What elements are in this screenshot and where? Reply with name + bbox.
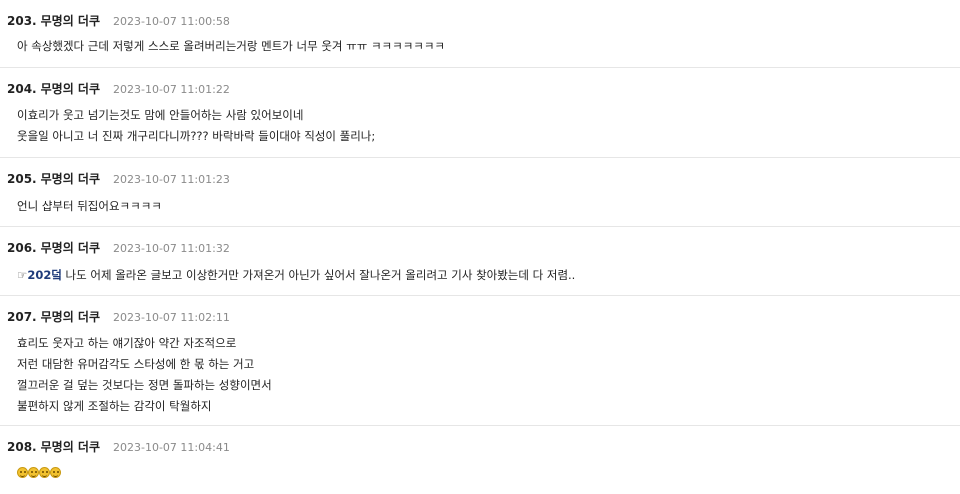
comment-timestamp: 2023-10-07 11:01:32 [113,242,230,255]
grinning-face-icon [50,467,61,478]
comment-line: 웃을일 아니고 너 진짜 개구리다니까??? 바락바락 들이대야 직성이 풀리나… [17,129,376,143]
comment-line: 불편하지 않게 조절하는 감각이 탁월하지 [17,399,212,413]
comment-body: ☞202덬 나도 어제 올라온 글보고 이상한거만 가져온거 아닌가 싶어서 잘… [17,265,575,286]
comment-line: 저런 대담한 유머감각도 스타성에 한 몫 하는 거고 [17,357,255,371]
comment-author: 무명의 더쿠 [40,82,100,96]
comment-number[interactable]: 206. [7,241,37,255]
comment-line: 언니 샵부터 뒤집어요ㅋㅋㅋㅋ [17,199,162,213]
comment-208: 208. 무명의 더쿠 2023-10-07 11:04:41 [0,426,960,494]
comment-line: ☞202덬 나도 어제 올라온 글보고 이상한거만 가져온거 아닌가 싶어서 잘… [17,265,575,286]
comment-number[interactable]: 203. [7,14,37,28]
comment-body: 아 속상했겠다 근데 저렇게 스스로 올려버리는거랑 멘트가 너무 웃겨 ㅠㅠ … [17,36,445,57]
comment-number[interactable]: 204. [7,82,37,96]
comment-207: 207. 무명의 더쿠 2023-10-07 11:02:11 효리도 웃자고 … [0,296,960,426]
comment-204: 204. 무명의 더쿠 2023-10-07 11:01:22 이효리가 웃고 … [0,68,960,158]
comment-header: 208. 무명의 더쿠 2023-10-07 11:04:41 [7,438,230,454]
comment-number[interactable]: 205. [7,172,37,186]
comment-203: 203. 무명의 더쿠 2023-10-07 11:00:58 아 속상했겠다 … [0,0,960,68]
comment-author: 무명의 더쿠 [40,310,100,324]
reply-arrow-icon: ☞ [17,268,28,282]
comment-line: 이효리가 웃고 넘기는것도 맘에 안들어하는 사람 있어보이네 [17,108,304,122]
grinning-face-icon [28,467,39,478]
comment-text: 나도 어제 올라온 글보고 이상한거만 가져온거 아닌가 싶어서 잘나온거 올리… [61,268,576,282]
comment-header: 204. 무명의 더쿠 2023-10-07 11:01:22 [7,80,230,96]
comment-timestamp: 2023-10-07 11:00:58 [113,15,230,28]
comment-header: 203. 무명의 더쿠 2023-10-07 11:00:58 [7,12,230,28]
comment-header: 205. 무명의 더쿠 2023-10-07 11:01:23 [7,170,230,186]
comment-number[interactable]: 208. [7,440,37,454]
comment-line: 껄끄러운 걸 덮는 것보다는 정면 돌파하는 성향이면서 [17,378,272,392]
grinning-face-icon [39,467,50,478]
comment-author: 무명의 더쿠 [40,241,100,255]
comment-timestamp: 2023-10-07 11:04:41 [113,441,230,454]
comment-205: 205. 무명의 더쿠 2023-10-07 11:01:23 언니 샵부터 뒤… [0,158,960,227]
comment-timestamp: 2023-10-07 11:01:23 [113,173,230,186]
comment-list: 203. 무명의 더쿠 2023-10-07 11:00:58 아 속상했겠다 … [0,0,960,494]
comment-author: 무명의 더쿠 [40,172,100,186]
comment-header: 206. 무명의 더쿠 2023-10-07 11:01:32 [7,239,230,255]
comment-206: 206. 무명의 더쿠 2023-10-07 11:01:32 ☞202덬 나도… [0,227,960,296]
comment-author: 무명의 더쿠 [40,440,100,454]
comment-line: 아 속상했겠다 근데 저렇게 스스로 올려버리는거랑 멘트가 너무 웃겨 ㅠㅠ … [17,39,446,53]
comment-body: 이효리가 웃고 넘기는것도 맘에 안들어하는 사람 있어보이네 웃을일 아니고 … [17,105,375,147]
comment-timestamp: 2023-10-07 11:02:11 [113,311,230,324]
comment-header: 207. 무명의 더쿠 2023-10-07 11:02:11 [7,308,230,324]
grinning-face-icon [17,467,28,478]
comment-line: 효리도 웃자고 하는 얘기잖아 약간 자조적으로 [17,336,237,350]
emoji-row [17,467,61,478]
comment-number[interactable]: 207. [7,310,37,324]
comment-timestamp: 2023-10-07 11:01:22 [113,83,230,96]
comment-body: 언니 샵부터 뒤집어요ㅋㅋㅋㅋ [17,196,162,217]
comment-author: 무명의 더쿠 [40,14,100,28]
comment-body: 효리도 웃자고 하는 얘기잖아 약간 자조적으로 저런 대담한 유머감각도 스타… [17,333,272,417]
reply-reference-link[interactable]: 202덬 [27,268,62,282]
comment-body [17,464,61,485]
